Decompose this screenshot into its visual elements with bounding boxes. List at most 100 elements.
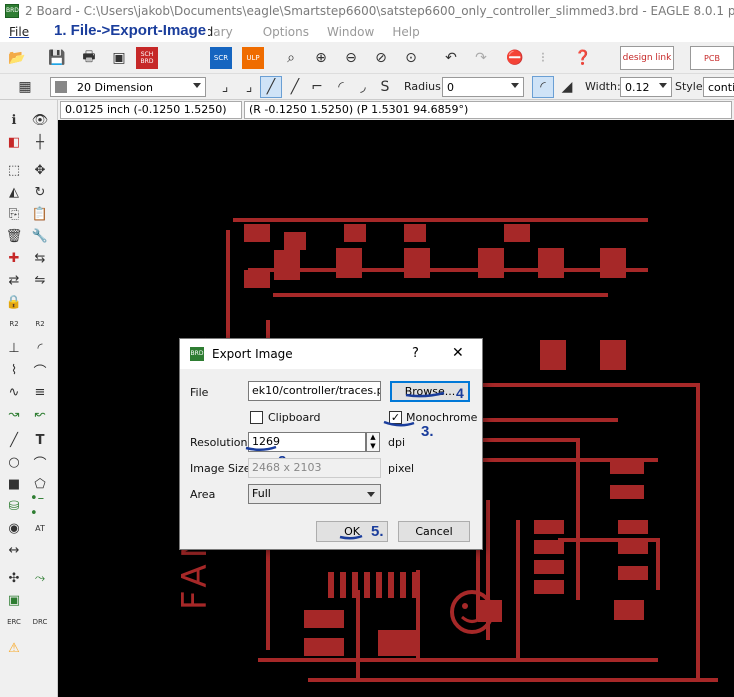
attribute-icon[interactable]: AT xyxy=(30,518,50,538)
autorouter-icon[interactable]: ⤳ xyxy=(30,568,50,588)
zoom-fit-icon[interactable]: ⌕ xyxy=(280,47,302,69)
meander-icon[interactable]: ∿ xyxy=(4,382,24,402)
info-icon[interactable]: ℹ xyxy=(4,110,24,130)
smash-icon[interactable]: ⊥ xyxy=(4,338,24,358)
hole-icon[interactable]: ◉ xyxy=(4,518,24,538)
copper-pad xyxy=(344,224,366,242)
delete-icon[interactable]: 🗑 xyxy=(4,226,24,246)
text-icon[interactable]: T xyxy=(30,430,50,450)
replace-icon[interactable]: ⇆ xyxy=(30,248,50,268)
copper-pad xyxy=(610,460,644,474)
group-icon[interactable]: ⬚ xyxy=(4,160,24,180)
round-corner-icon[interactable]: ◜ xyxy=(532,76,554,98)
zoom-redraw-icon[interactable]: ⊘ xyxy=(370,47,392,69)
value-icon[interactable]: R2 xyxy=(30,314,50,334)
circle-icon[interactable]: ○ xyxy=(4,452,24,472)
menu-help[interactable]: Help xyxy=(383,25,428,39)
slice-icon[interactable]: ≡ xyxy=(30,382,50,402)
bend-style-5-icon[interactable]: ◜ xyxy=(330,76,352,98)
help-icon[interactable]: ? xyxy=(412,346,419,361)
copper-pad xyxy=(304,638,344,656)
area-select[interactable]: Full xyxy=(248,484,381,504)
erc-icon[interactable]: ERC xyxy=(4,612,24,632)
mirror-icon[interactable]: ◭ xyxy=(4,182,24,202)
stop-icon[interactable]: ⛔ xyxy=(504,47,526,69)
menu-window[interactable]: Window xyxy=(318,25,383,39)
save-icon[interactable]: 💾 xyxy=(46,47,68,69)
rectangle-icon[interactable]: ■ xyxy=(4,474,24,494)
bend-style-2-icon[interactable]: ╱ xyxy=(260,76,282,98)
go-icon[interactable]: ⁝ xyxy=(532,47,554,69)
move-icon[interactable]: ✥ xyxy=(30,160,50,180)
route-icon[interactable]: ↝ xyxy=(4,404,24,424)
signal-icon[interactable]: •–• xyxy=(30,491,50,521)
split-icon[interactable]: ⌇ xyxy=(4,360,24,380)
layer-select[interactable]: 20 Dimension xyxy=(50,77,206,97)
menu-options[interactable]: Options xyxy=(254,25,318,39)
add-part-icon[interactable]: ✚ xyxy=(4,248,24,268)
swap-icon[interactable]: ⇄ xyxy=(4,270,24,290)
wire-icon[interactable]: ╱ xyxy=(4,430,24,450)
cancel-button[interactable]: Cancel xyxy=(398,521,470,542)
name-icon[interactable]: R2 xyxy=(4,314,24,334)
zoom-in-icon[interactable]: ⊕ xyxy=(310,47,332,69)
dialog-title: Export Image xyxy=(212,347,293,361)
optimize-icon[interactable]: ⌒ xyxy=(30,360,50,380)
zoom-out-icon[interactable]: ⊖ xyxy=(340,47,362,69)
pixel-label: pixel xyxy=(388,462,415,475)
script-icon[interactable]: SCR xyxy=(210,47,232,69)
file-path-input[interactable]: ek10/controller/traces.png xyxy=(248,381,381,401)
undo-icon[interactable]: ↶ xyxy=(440,47,462,69)
arc-icon[interactable]: ⌒ xyxy=(30,452,50,472)
layer-setup-icon[interactable]: ▣ xyxy=(4,590,24,610)
copy-icon[interactable]: ⎘ xyxy=(4,204,24,224)
bend-style-6-icon[interactable]: ◞ xyxy=(352,76,374,98)
mark-icon[interactable]: ┼ xyxy=(30,132,50,152)
display-layers-icon[interactable]: ◧ xyxy=(4,132,24,152)
rotate-icon[interactable]: ↻ xyxy=(30,182,50,202)
pcb-quote-icon[interactable]: PCB xyxy=(690,46,734,70)
show-icon[interactable]: 👁 xyxy=(30,110,50,130)
bend-style-0-icon[interactable]: ⌟ xyxy=(214,76,236,98)
bend-style-7-icon[interactable]: S xyxy=(374,76,396,98)
sch-brd-switch-icon[interactable]: SCH BRD xyxy=(136,47,158,69)
menu-file[interactable]: File xyxy=(0,25,38,39)
zoom-select-icon[interactable]: ⊙ xyxy=(400,47,422,69)
ripup-icon[interactable]: ↜ xyxy=(30,404,50,424)
clipboard-label: Clipboard xyxy=(268,411,321,424)
dialog-title-bar: BRD Export Image ? ✕ xyxy=(180,339,482,369)
bend-style-3-icon[interactable]: ╱ xyxy=(284,76,306,98)
resolution-spinner[interactable]: ▲ ▼ xyxy=(366,432,380,452)
drc-icon[interactable]: DRC xyxy=(30,612,50,632)
bend-style-1-icon[interactable]: ⌟ xyxy=(238,76,260,98)
ratsnest-icon[interactable]: ✣ xyxy=(4,568,24,588)
clipboard-checkbox[interactable] xyxy=(250,411,263,424)
paste-icon[interactable]: 📋 xyxy=(30,204,50,224)
width-input[interactable]: 0.12 xyxy=(620,77,672,97)
redo-icon[interactable]: ↷ xyxy=(470,47,492,69)
radius-input[interactable]: 0 xyxy=(442,77,524,97)
wrench-icon[interactable]: 🔧 xyxy=(30,226,50,246)
help-icon[interactable]: ❓ xyxy=(572,47,594,69)
style-select[interactable]: contin xyxy=(703,77,734,97)
resolution-input[interactable]: 1269 xyxy=(248,432,366,452)
warning-icon[interactable]: ⚠ xyxy=(4,638,24,658)
dimension-icon[interactable]: ↔ xyxy=(4,540,24,560)
close-icon[interactable]: ✕ xyxy=(452,345,464,361)
copper-pad xyxy=(244,224,270,242)
gateswap-icon[interactable]: ⇋ xyxy=(30,270,50,290)
copper-pad xyxy=(534,580,564,594)
menu-library[interactable]: ary xyxy=(213,25,241,39)
design-link-icon[interactable]: design link xyxy=(620,46,674,70)
monochrome-checkbox[interactable]: ✓ xyxy=(389,411,402,424)
open-icon[interactable]: 📂 xyxy=(6,47,28,69)
print-icon[interactable]: 🖶 xyxy=(78,47,100,69)
miter-icon[interactable]: ◜ xyxy=(30,338,50,358)
ulp-icon[interactable]: ULP xyxy=(242,47,264,69)
miter-corner-icon[interactable]: ◢ xyxy=(556,76,578,98)
bend-style-4-icon[interactable]: ⌐ xyxy=(306,76,328,98)
cam-icon[interactable]: ▣ xyxy=(108,47,130,69)
lock-icon[interactable]: 🔒 xyxy=(4,292,24,312)
grid-icon[interactable]: ▦ xyxy=(14,76,36,98)
via-icon[interactable]: ⛁ xyxy=(4,496,24,516)
